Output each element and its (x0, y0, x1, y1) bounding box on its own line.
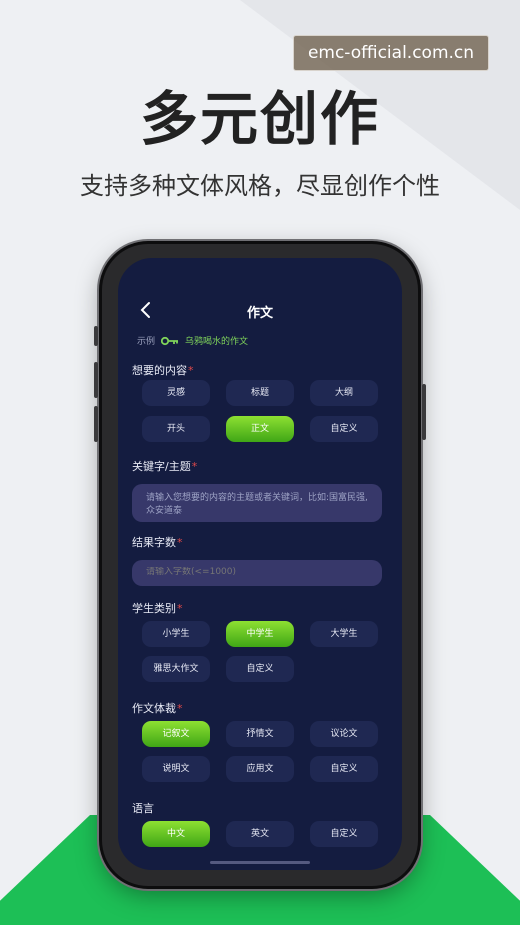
genre-option-practical[interactable]: 应用文 (226, 756, 294, 782)
example-link[interactable]: 乌鸦喝水的作文 (185, 334, 248, 347)
content-option-title[interactable]: 标题 (226, 380, 294, 406)
genre-label: 作文体裁* (132, 702, 183, 715)
genre-option-narrative[interactable]: 记叙文 (142, 721, 210, 747)
content-label: 想要的内容* (132, 364, 194, 377)
app-screen: 作文 示例 乌鸦喝水的作文 想要的内容* 灵感 标题 大纲 开头 正文 自定义 … (118, 258, 402, 870)
example-label: 示例 (137, 337, 156, 347)
genre-option-custom[interactable]: 自定义 (310, 756, 378, 782)
phone-frame: 作文 示例 乌鸦喝水的作文 想要的内容* 灵感 标题 大纲 开头 正文 自定义 … (94, 244, 426, 886)
promo-subline: 支持多种文体风格，尽显创作个性 (80, 172, 440, 200)
phone-mute-switch (94, 326, 98, 346)
content-option-custom[interactable]: 自定义 (310, 416, 378, 442)
page-title: 作文 (246, 306, 273, 321)
language-option-custom[interactable]: 自定义 (310, 821, 378, 847)
promo-headline: 多元创作 (139, 85, 380, 153)
content-option-inspiration[interactable]: 灵感 (142, 380, 210, 406)
word-count-label: 结果字数* (132, 536, 183, 549)
student-option-middle[interactable]: 中学生 (226, 621, 294, 647)
home-indicator (210, 861, 310, 864)
word-count-field[interactable] (132, 560, 382, 586)
language-option-chinese[interactable]: 中文 (142, 821, 210, 847)
language-label: 语言 (132, 802, 154, 815)
key-icon (160, 336, 179, 346)
student-label: 学生类别* (132, 602, 183, 615)
genre-option-expository[interactable]: 说明文 (142, 756, 210, 782)
student-option-custom[interactable]: 自定义 (226, 656, 294, 682)
language-option-english[interactable]: 英文 (226, 821, 294, 847)
example-row[interactable]: 示例 乌鸦喝水的作文 (137, 334, 248, 347)
student-option-college[interactable]: 大学生 (310, 621, 378, 647)
student-option-primary[interactable]: 小学生 (142, 621, 210, 647)
content-option-body[interactable]: 正文 (226, 416, 294, 442)
phone-power-button (422, 384, 426, 440)
content-option-outline[interactable]: 大纲 (310, 380, 378, 406)
keyword-label: 关键字/主题* (132, 460, 198, 473)
keyword-input[interactable]: 请输入您想要的内容的主题或者关键词，比如:国富民强,众安道泰 (132, 484, 382, 522)
nav-bar: 作文 (118, 298, 402, 322)
watermark: emc-official.com.cn (293, 35, 489, 71)
genre-option-lyrical[interactable]: 抒情文 (226, 721, 294, 747)
genre-option-argumentative[interactable]: 议论文 (310, 721, 378, 747)
phone-volume-up (94, 362, 98, 398)
phone-volume-down (94, 406, 98, 442)
student-option-ielts[interactable]: 雅思大作文 (142, 656, 210, 682)
word-count-input[interactable] (146, 567, 368, 577)
content-option-opening[interactable]: 开头 (142, 416, 210, 442)
